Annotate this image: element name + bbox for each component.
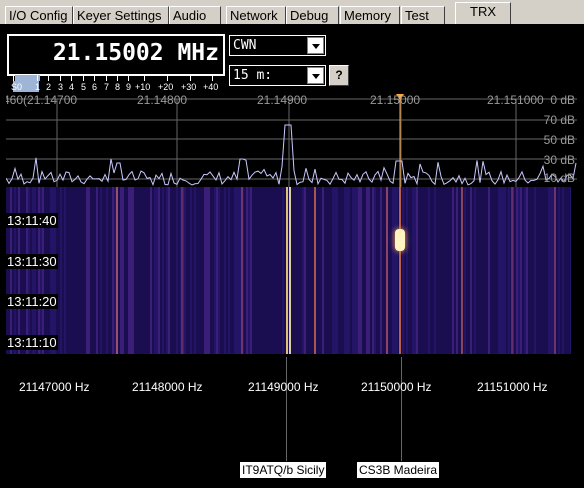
db-label: 0 dB <box>550 93 575 107</box>
trx-panel: 21.15002 MHz S0 1 2 3 4 5 6 7 8 9 +10 +20 +30 +40 CWN… <box>0 24 584 488</box>
tab-audio[interactable]: Audio <box>169 6 221 24</box>
spectrum-display[interactable]: 460(21.14700 21.14800 21.14900 21.15000 … <box>6 93 577 187</box>
spot-label[interactable]: CS3B Madeira <box>357 462 440 478</box>
s-meter: S0 1 2 3 4 5 6 7 8 9 +10 +20 +30 +40 <box>7 75 225 92</box>
mode-value: CWN <box>233 38 257 53</box>
freq-label: 21.15000 <box>370 93 421 107</box>
s-meter-tick <box>48 75 49 81</box>
signal-trace <box>386 187 388 354</box>
s-meter-tick <box>144 75 145 81</box>
s-meter-label: 4 <box>69 82 75 92</box>
freq-label: 21.151000 <box>487 93 544 107</box>
tab-io-config[interactable]: I/O Config <box>5 6 73 24</box>
signal-blob <box>395 229 405 251</box>
s-meter-label: +20 <box>158 82 174 92</box>
freq-axis-label: 21151000 Hz <box>477 380 548 394</box>
freq-axis-label: 21147000 Hz <box>19 380 90 394</box>
s-meter-tick <box>128 75 129 81</box>
db-label: 10 dB <box>543 171 575 185</box>
signal-trace <box>289 187 291 354</box>
tab-debug[interactable]: Debug <box>286 6 339 24</box>
spectrum-plot <box>6 94 577 187</box>
db-label: 30 dB <box>543 153 575 167</box>
s-meter-tick <box>167 75 168 81</box>
mode-select[interactable]: CWN <box>229 35 326 56</box>
db-label: 50 dB <box>543 133 575 147</box>
tab-network[interactable]: Network <box>226 6 286 24</box>
signal-trace <box>461 187 463 354</box>
freq-label: 21.14800 <box>137 93 188 107</box>
frequency-display[interactable]: 21.15002 MHz <box>7 34 225 76</box>
s-meter-label: +10 <box>135 82 151 92</box>
spot-label[interactable]: IT9ATQ/b Sicily <box>240 462 327 478</box>
s-meter-tick <box>94 75 95 81</box>
s-meter-label: 7 <box>104 82 110 92</box>
signal-trace <box>241 187 243 354</box>
signal-trace <box>511 187 513 354</box>
s-meter-label: 2 <box>46 82 52 92</box>
signal-trace <box>181 187 183 354</box>
chevron-down-icon[interactable] <box>307 67 324 84</box>
s-meter-label: 6 <box>92 82 98 92</box>
s-meter-label: 8 <box>115 82 121 92</box>
s-meter-tick <box>13 75 14 81</box>
s-meter-label: +30 <box>181 82 197 92</box>
waterfall-column <box>570 187 571 354</box>
time-label: 13:11:30 <box>6 254 58 269</box>
signal-trace <box>399 187 401 354</box>
freq-axis-label: 21148000 Hz <box>132 380 203 394</box>
band-value: 15 m: <box>233 68 273 83</box>
s-meter-tick <box>106 75 107 81</box>
s-meter-label: 1 <box>35 82 41 92</box>
s-meter-tick <box>212 75 213 81</box>
tab-memory[interactable]: Memory <box>340 6 400 24</box>
s-meter-tick <box>190 75 191 81</box>
signal-trace <box>116 187 118 354</box>
frequency-readout: 21.15002 MHz <box>52 40 219 66</box>
s-meter-tick <box>37 75 38 81</box>
time-label: 13:11:40 <box>6 213 58 228</box>
spot-line <box>286 357 287 461</box>
freq-axis-label: 21150000 Hz <box>361 380 432 394</box>
tab-keyer-settings[interactable]: Keyer Settings <box>73 6 169 24</box>
tab-test[interactable]: Test <box>401 6 445 24</box>
spot-line <box>401 357 402 461</box>
s-meter-label: 3 <box>58 82 64 92</box>
time-label: 13:11:10 <box>6 335 58 350</box>
s-meter-tick <box>71 75 72 81</box>
band-select[interactable]: 15 m: <box>229 65 326 86</box>
time-label: 13:11:20 <box>6 294 58 309</box>
db-label: 70 dB <box>543 113 575 127</box>
s-meter-label: 9 <box>126 82 132 92</box>
signal-trace <box>554 187 556 354</box>
signal-trace <box>314 187 316 354</box>
freq-label: 460(21.14700 <box>6 93 78 107</box>
s-meter-label: S0 <box>11 82 23 92</box>
s-meter-tick <box>117 75 118 81</box>
s-meter-label: +40 <box>203 82 219 92</box>
chevron-down-icon[interactable] <box>307 37 324 54</box>
s-meter-tick <box>60 75 61 81</box>
help-button[interactable]: ? <box>329 65 349 86</box>
tab-trx[interactable]: TRX <box>455 2 511 24</box>
signal-trace <box>286 187 288 354</box>
freq-label: 21.14900 <box>257 93 308 107</box>
tab-bar: I/O Config Keyer Settings Audio Network … <box>0 0 584 26</box>
s-meter-label: 5 <box>81 82 87 92</box>
freq-axis-label: 21149000 Hz <box>248 380 319 394</box>
s-meter-tick <box>83 75 84 81</box>
waterfall-display[interactable]: 13:11:40 13:11:30 13:11:20 13:11:10 <box>6 187 571 354</box>
